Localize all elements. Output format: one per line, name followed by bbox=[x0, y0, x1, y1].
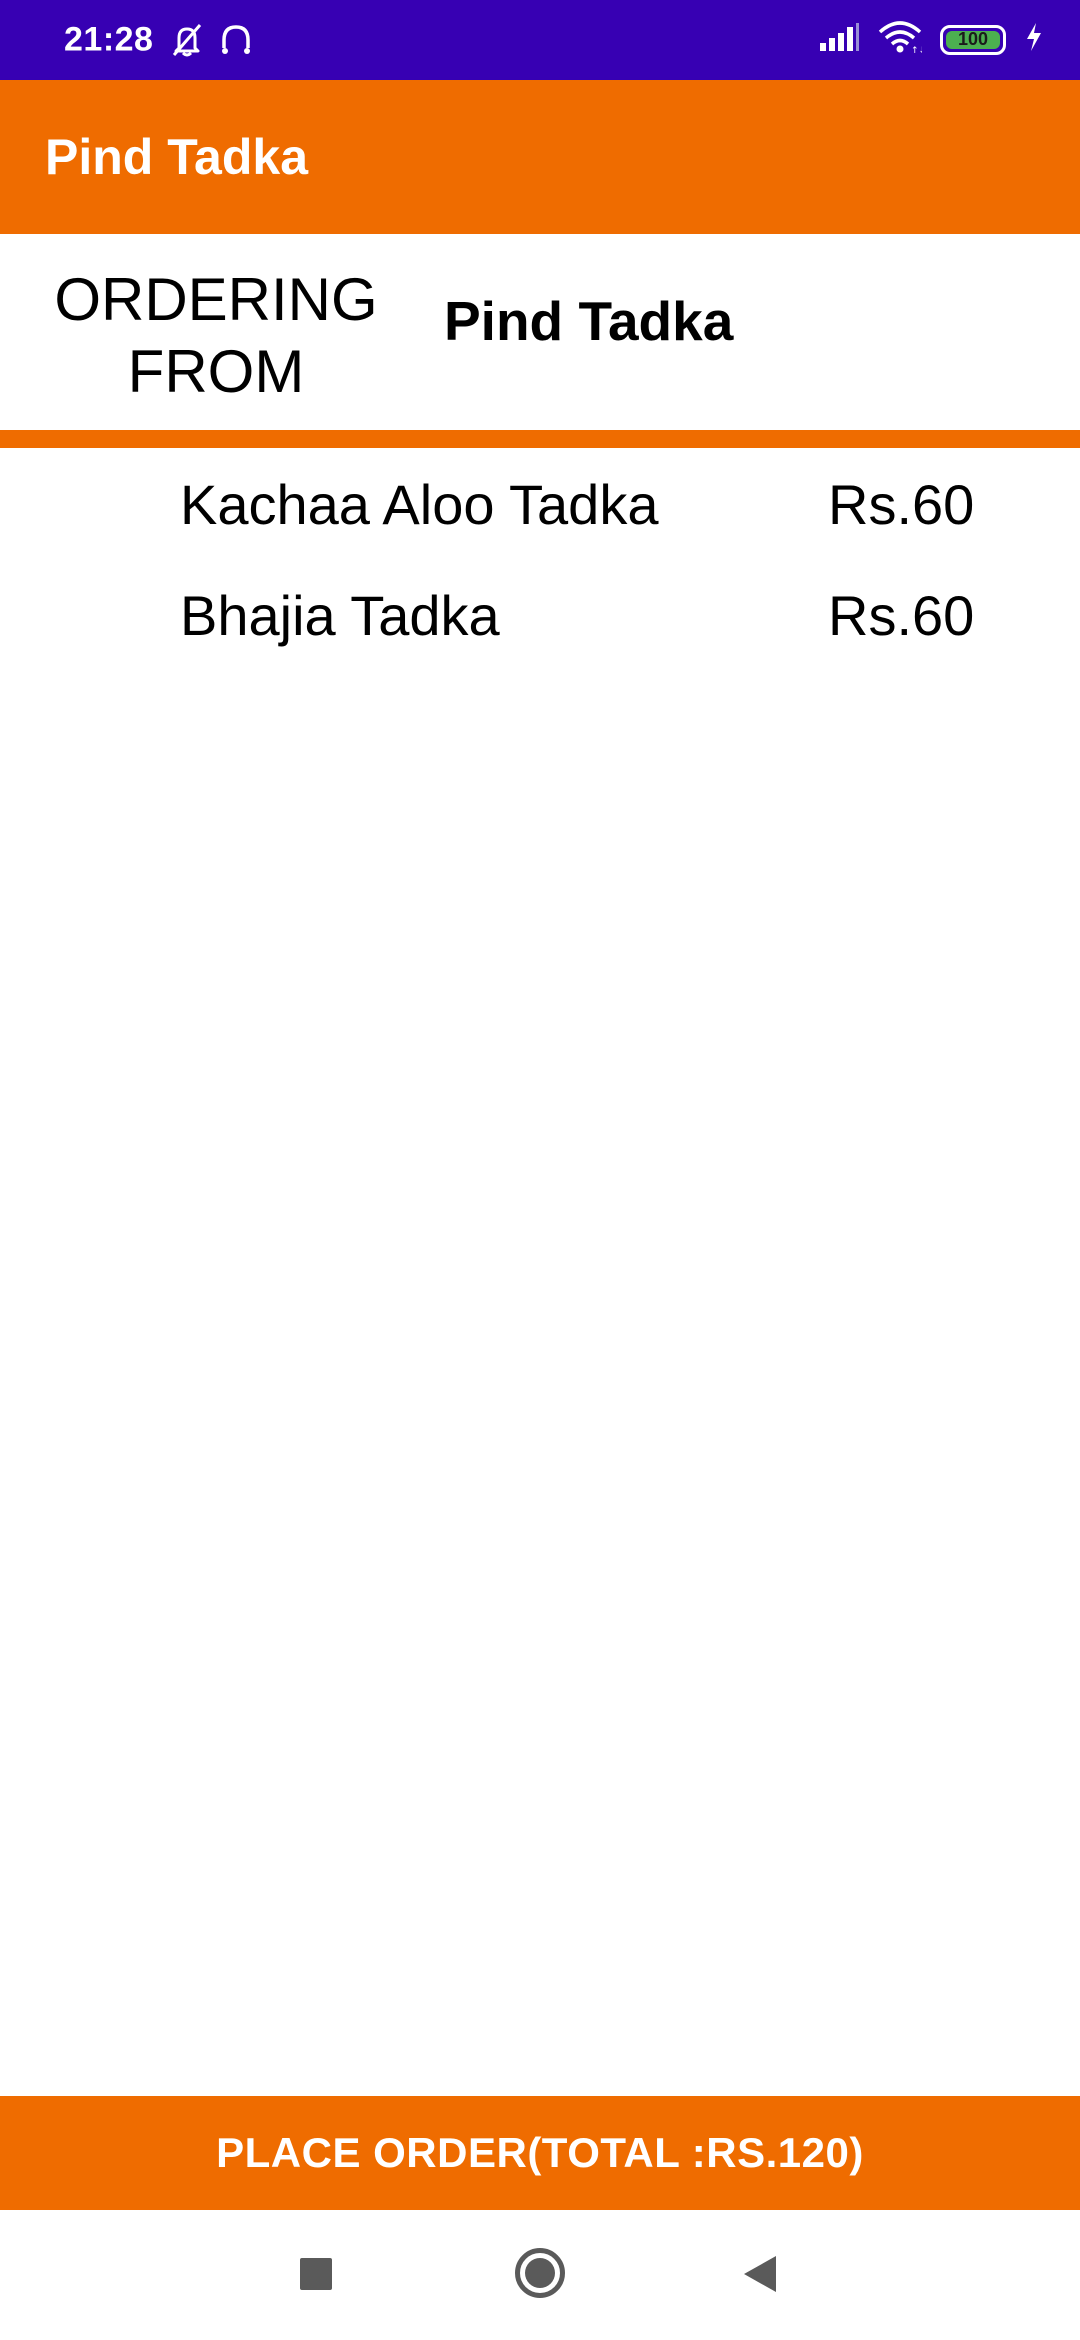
item-price: Rs.60 bbox=[828, 584, 975, 647]
item-price: Rs.60 bbox=[828, 473, 975, 536]
navigation-bar bbox=[0, 2210, 1080, 2340]
order-item-row: Bhajia Tadka Rs.60 bbox=[0, 583, 1080, 663]
status-time: 21:28 bbox=[64, 20, 154, 59]
place-order-button[interactable]: PLACE ORDER(TOTAL :RS.120) bbox=[0, 2096, 1080, 2210]
ordering-section: ORDERING FROM Pind Tadka bbox=[0, 234, 1080, 430]
recent-apps-icon[interactable] bbox=[300, 2258, 332, 2290]
charging-icon bbox=[1024, 21, 1044, 58]
order-item-row: Kachaa Aloo Tadka Rs.60 bbox=[0, 472, 1080, 552]
home-icon-inner bbox=[525, 2258, 555, 2288]
wifi-icon: ↑↓ bbox=[878, 20, 926, 59]
app-bar: Pind Tadka bbox=[0, 80, 1080, 234]
restaurant-name: Pind Tadka bbox=[444, 290, 734, 352]
back-icon[interactable] bbox=[742, 2254, 778, 2299]
status-left-icons bbox=[170, 22, 254, 63]
status-bar: 21:28 ↑ 100 bbox=[0, 0, 1080, 80]
item-name: Bhajia Tadka bbox=[180, 584, 500, 647]
bell-off-icon bbox=[170, 22, 204, 63]
ordering-from-label: ORDERING FROM bbox=[54, 266, 378, 405]
battery-level: 100 bbox=[957, 29, 989, 49]
status-right-icons: ↑↓ 100 bbox=[818, 20, 1044, 59]
item-name: Kachaa Aloo Tadka bbox=[180, 473, 659, 536]
battery-icon: 100 bbox=[940, 24, 1006, 55]
app-title: Pind Tadka bbox=[45, 129, 309, 185]
svg-text:↑↓: ↑↓ bbox=[911, 46, 922, 54]
headphones-icon bbox=[218, 22, 254, 63]
signal-icon bbox=[818, 21, 860, 58]
section-divider bbox=[0, 430, 1080, 448]
home-icon[interactable] bbox=[515, 2248, 565, 2298]
